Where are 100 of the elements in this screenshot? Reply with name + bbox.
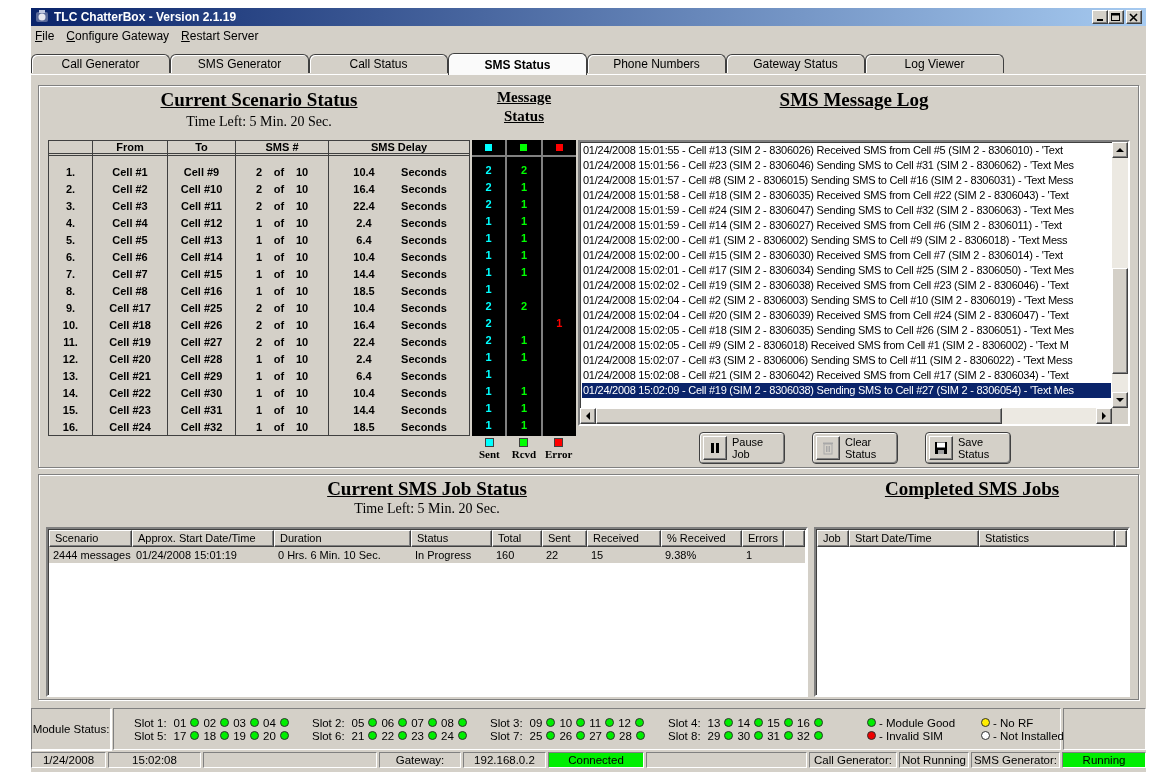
message-count: 2 <box>485 197 492 212</box>
module-number: 01 <box>173 716 187 729</box>
module-number: 07 <box>411 716 424 729</box>
log-entry[interactable]: 01/24/2008 15:01:58 - Cell #18 (SIM 2 - 8306035) Received SMS from Cell #22 (SIM 2 - 8306043) - 'Text <box>582 188 1111 203</box>
module-number: 17 <box>173 729 187 742</box>
log-entry[interactable]: 01/24/2008 15:01:59 - Cell #24 (SIM 2 - 8306047) Sending SMS to Cell #32 (SIM 2 - 8306063) - 'Text Mes <box>582 203 1111 218</box>
table-cell: Cell #29 <box>168 367 236 384</box>
table-row[interactable]: 2444 messages 01/24/2008 15:01:19 0 Hrs. 6 Min. 10 Sec. In Progress 160 22 15 9.38% 1 <box>49 547 805 564</box>
column-header[interactable]: Job <box>817 530 849 548</box>
menu-item[interactable]: Restart Server <box>180 29 260 43</box>
log-entry[interactable]: 01/24/2008 15:02:09 - Cell #19 (SIM 2 - 8306038) Sending SMS to Cell #27 (SIM 2 - 8306054) - 'Text Mes <box>582 383 1111 398</box>
table-cell: Cell #4 <box>93 214 168 231</box>
log-entry[interactable]: 01/24/2008 15:02:05 - Cell #9 (SIM 2 - 8306018) Received SMS from Cell #1 (SIM 2 - 8306002) - 'Text M <box>582 338 1111 353</box>
module-number: 06 <box>381 716 395 729</box>
tab[interactable]: Log Viewer <box>865 54 1004 73</box>
close-button[interactable] <box>1126 10 1142 24</box>
tab[interactable]: SMS Status <box>448 53 587 75</box>
table-cell-text: 01/24/2008 15:01:19 <box>135 548 238 564</box>
log-entry[interactable]: 01/24/2008 15:02:00 - Cell #15 (SIM 2 - 8306030) Received SMS from Cell #7 (SIM 2 - 8306014) - 'Text <box>582 248 1111 263</box>
log-entry[interactable]: 01/24/2008 15:02:00 - Cell #1 (SIM 2 - 8306002) Sending SMS to Cell #9 (SIM 2 - 8306018) - 'Text Mess <box>582 233 1111 248</box>
table-cell: 2 of 10 <box>236 316 329 333</box>
column-header[interactable]: Sent <box>542 530 587 548</box>
column-header: SMS # <box>236 141 329 156</box>
column-header[interactable] <box>784 530 805 548</box>
message-count: 2 <box>485 316 492 331</box>
table-cell: Cell #30 <box>168 384 236 401</box>
minimize-button[interactable] <box>1092 10 1108 24</box>
column-header[interactable]: Statistics <box>979 530 1115 548</box>
column-header[interactable] <box>1115 530 1127 548</box>
tab[interactable]: Call Status <box>309 54 448 73</box>
column-header[interactable]: Scenario <box>49 530 132 548</box>
message-count: 1 <box>520 350 528 365</box>
log-entry[interactable]: 01/24/2008 15:01:59 - Cell #14 (SIM 2 - 8306027) Received SMS from Cell #6 (SIM 2 - 8306011) - 'Text <box>582 218 1111 233</box>
table-cell: 14. <box>49 384 93 401</box>
message-count: 2 <box>520 163 528 178</box>
vertical-scrollbar[interactable] <box>1112 142 1128 408</box>
message-count: 1 <box>485 282 492 297</box>
message-count: 1 <box>485 350 492 365</box>
log-entry[interactable]: 01/24/2008 15:02:04 - Cell #2 (SIM 2 - 8306003) Sending SMS to Cell #10 (SIM 2 - 8306019) - 'Text Mess <box>582 293 1111 308</box>
window-title: TLC ChatterBox - Version 2.1.19 <box>54 10 238 24</box>
module-number: 25 <box>529 729 543 742</box>
pause-button[interactable]: Pause Job <box>699 432 785 464</box>
column-header[interactable]: Errors <box>742 530 784 548</box>
table-cell: Cell #6 <box>93 248 168 265</box>
tab[interactable]: SMS Generator <box>170 54 309 73</box>
scroll-left-button[interactable] <box>580 408 596 424</box>
menu-item[interactable]: File <box>34 29 56 43</box>
table-cell-text: 10.4 Seconds <box>352 164 448 180</box>
slot-label: Slot 2: <box>312 716 345 729</box>
tab[interactable]: Call Generator <box>31 54 170 73</box>
column-header[interactable]: Received <box>587 530 661 548</box>
column-header[interactable]: % Received <box>661 530 742 548</box>
table-cell-text: 2.4 Seconds <box>355 215 448 231</box>
message-count: 1 <box>485 367 492 382</box>
table-cell: 11. <box>49 333 93 350</box>
log-entry[interactable]: 01/24/2008 15:01:56 - Cell #23 (SIM 2 - 8306046) Sending SMS to Cell #31 (SIM 2 - 8306062) - 'Text Mes <box>582 158 1111 173</box>
column-header[interactable]: Duration <box>274 530 411 548</box>
column-header[interactable]: Total <box>492 530 542 548</box>
table-cell: 8. <box>49 282 93 299</box>
log-entry[interactable]: 01/24/2008 15:02:01 - Cell #17 (SIM 2 - 8306034) Sending SMS to Cell #25 (SIM 2 - 8306050) - 'Text Mes <box>582 263 1111 278</box>
scroll-up-button[interactable] <box>1112 142 1128 158</box>
scroll-down-button[interactable] <box>1112 392 1128 408</box>
log-entry[interactable]: 01/24/2008 15:02:02 - Cell #19 (SIM 2 - 8306038) Received SMS from Cell #23 (SIM 2 - 8306046) - 'Text <box>582 278 1111 293</box>
tab[interactable]: Phone Numbers <box>587 54 726 73</box>
table-cell-text: 6.4 Seconds <box>355 232 448 248</box>
table-cell: 4. <box>49 214 93 231</box>
column-header[interactable]: Start Date/Time <box>849 530 979 548</box>
table-cell: 6. <box>49 248 93 265</box>
table-cell: Cell #13 <box>168 231 236 248</box>
log-entry[interactable]: 01/24/2008 15:01:57 - Cell #8 (SIM 2 - 8306015) Sending SMS to Cell #16 (SIM 2 - 8306031) - 'Text Mess <box>582 173 1111 188</box>
log-entry[interactable]: 01/24/2008 15:01:55 - Cell #13 (SIM 2 - 8306026) Received SMS from Cell #5 (SIM 2 - 8306010) - 'Text <box>582 143 1111 158</box>
log-entry[interactable]: 01/24/2008 15:02:05 - Cell #18 (SIM 2 - 8306035) Sending SMS to Cell #26 (SIM 2 - 8306051) - 'Text Mes <box>582 323 1111 338</box>
tab[interactable]: Gateway Status <box>726 54 865 73</box>
table-cell-text: 10.4 Seconds <box>352 385 448 401</box>
column-header[interactable]: Approx. Start Date/Time <box>132 530 274 548</box>
table-cell: Cell #22 <box>93 384 168 401</box>
module-number: 28 <box>619 729 632 742</box>
scroll-thumb[interactable] <box>596 408 1002 424</box>
message-count: 1 <box>520 265 528 280</box>
menu-item[interactable]: Configure Gateway <box>65 29 171 43</box>
module-number: 32 <box>797 729 810 742</box>
table-cell: 1 of 10 <box>236 418 329 435</box>
module-number: 18 <box>203 729 217 742</box>
log-entry[interactable]: 01/24/2008 15:02:08 - Cell #21 (SIM 2 - 8306042) Received SMS from Cell #17 (SIM 2 - 8306034) - 'Text <box>582 368 1111 383</box>
legend-label: - No RF <box>993 716 1034 729</box>
module-number: 02 <box>203 716 217 729</box>
scroll-thumb[interactable] <box>1112 268 1128 374</box>
log-entry[interactable]: 01/24/2008 15:02:07 - Cell #3 (SIM 2 - 8306006) Sending SMS to Cell #11 (SIM 2 - 8306022) - 'Text Mess <box>582 353 1111 368</box>
message-count: 2 <box>485 333 492 348</box>
column-header[interactable]: Status <box>411 530 492 548</box>
save-button[interactable]: Save Status <box>925 432 1011 464</box>
scroll-right-button[interactable] <box>1096 408 1112 424</box>
section-title: Current Scenario Status <box>160 89 358 111</box>
maximize-button[interactable] <box>1108 10 1124 24</box>
module-number: 30 <box>737 729 751 742</box>
table-cell: 1 of 10 <box>236 282 329 299</box>
table-cell: Cell #19 <box>93 333 168 350</box>
message-count: 2 <box>485 163 492 178</box>
horizontal-scrollbar[interactable] <box>580 408 1112 424</box>
log-entry[interactable]: 01/24/2008 15:02:04 - Cell #20 (SIM 2 - 8306039) Received SMS from Cell #24 (SIM 2 - 8306047) - 'Text <box>582 308 1111 323</box>
